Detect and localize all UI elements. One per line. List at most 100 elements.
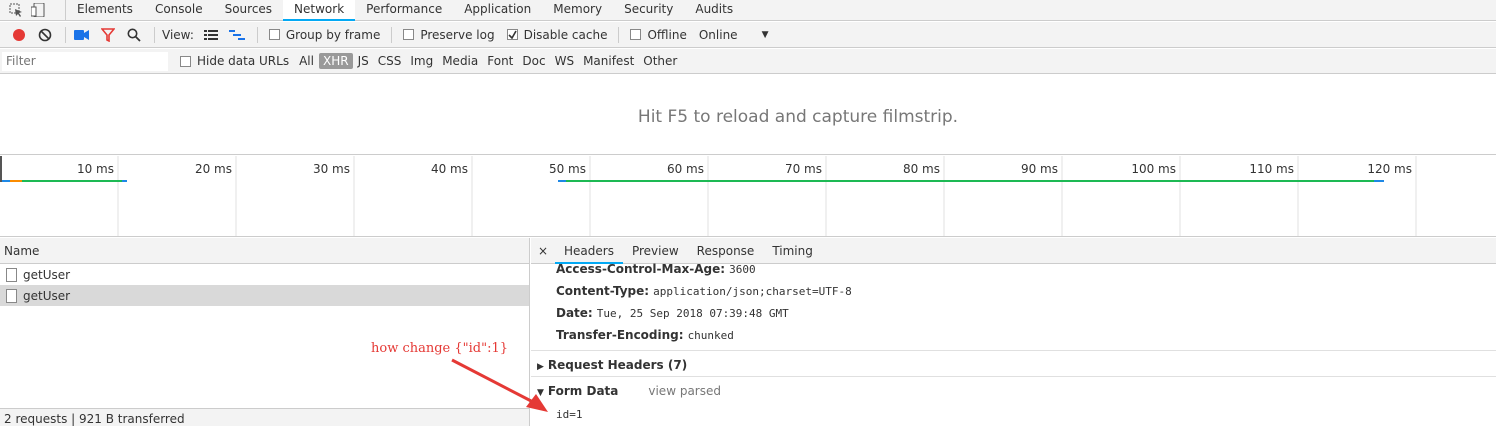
group-by-frame-checkbox[interactable] <box>268 29 280 40</box>
overview-tick-label: 40 ms <box>431 162 468 176</box>
overview-tick-label: 30 ms <box>313 162 350 176</box>
hide-data-urls-label: Hide data URLs <box>197 54 290 68</box>
filter-type-media[interactable]: Media <box>438 53 482 69</box>
request-details-pane: × Headers Preview Response Timing Access-Co… <box>531 238 1496 426</box>
inspect-cursor-icon[interactable] <box>9 3 23 17</box>
header-value: chunked <box>687 329 734 342</box>
large-rows-list-icon[interactable] <box>200 25 222 45</box>
details-tab-preview[interactable]: Preview <box>623 238 688 264</box>
close-icon[interactable]: × <box>531 244 555 258</box>
request-timing-bar <box>122 180 127 182</box>
dropdown-arrow-icon[interactable]: ▼ <box>762 30 769 40</box>
timeline-overview-svg: 10 ms 20 ms 30 ms 40 ms 50 ms 60 ms 70 ms 80 ms… <box>0 156 1417 236</box>
filter-type-ws[interactable]: WS <box>551 53 578 69</box>
document-file-icon <box>6 288 17 303</box>
filter-type-js[interactable]: JS <box>354 53 373 69</box>
details-tab-bar: × Headers Preview Response Timing <box>531 238 1496 264</box>
throttling-select[interactable]: Online <box>699 28 738 42</box>
overview-tick-label: 50 ms <box>549 162 586 176</box>
overview-tick-label: 20 ms <box>195 162 232 176</box>
preserve-log-checkbox[interactable] <box>403 29 415 40</box>
filter-type-manifest[interactable]: Manifest <box>579 53 638 69</box>
timeline-overview: 10 ms 20 ms 30 ms 40 ms 50 ms 60 ms 70 ms 80 ms… <box>0 156 1496 237</box>
disable-cache-checkbox[interactable] <box>506 29 518 40</box>
divider <box>531 376 1496 377</box>
details-tab-headers[interactable]: Headers <box>555 238 623 264</box>
filter-input[interactable] <box>2 51 168 71</box>
toolbar-separator <box>154 26 155 43</box>
overview-tick-label: 60 ms <box>667 162 704 176</box>
request-timing-bar <box>22 180 122 182</box>
form-data-section[interactable]: ▼ Form Data view parsed <box>537 384 721 398</box>
document-file-icon <box>6 267 17 282</box>
requests-pane: Name getUser getUser 2 requests | 921 B t… <box>0 238 530 426</box>
collapse-triangle-icon: ▼ <box>537 388 544 398</box>
search-icon[interactable] <box>123 25 145 45</box>
filter-type-font[interactable]: Font <box>483 53 517 69</box>
request-name: getUser <box>23 288 71 303</box>
request-name: getUser <box>23 267 71 282</box>
network-toolbar: View: Group by frame Preserve log Disabl… <box>0 22 1496 48</box>
device-toolbar-icon[interactable] <box>30 2 45 18</box>
tab-network[interactable]: Network <box>283 0 356 21</box>
details-tab-timing[interactable]: Timing <box>763 238 822 264</box>
request-timing-bar <box>10 180 22 182</box>
expand-triangle-icon: ▶ <box>537 362 544 372</box>
divider <box>531 350 1496 351</box>
tab-audits[interactable]: Audits <box>684 0 744 21</box>
filter-type-xhr[interactable]: XHR <box>318 53 353 69</box>
request-headers-section[interactable]: ▶ Request Headers (7) <box>537 358 687 372</box>
filter-type-img[interactable]: Img <box>406 53 437 69</box>
filter-type-doc[interactable]: Doc <box>518 53 549 69</box>
toolbar-separator <box>65 26 66 43</box>
response-header-row: Date: Tue, 25 Sep 2018 07:39:48 GMT <box>556 306 789 320</box>
form-data-value: id=1 <box>556 408 583 421</box>
waterfall-overview-icon[interactable] <box>226 25 248 45</box>
hide-data-urls-checkbox[interactable] <box>180 55 191 67</box>
filter-type-all[interactable]: All <box>295 53 318 69</box>
filter-type-other[interactable]: Other <box>639 53 681 69</box>
preserve-log-label: Preserve log <box>420 27 495 42</box>
tab-performance[interactable]: Performance <box>355 0 453 21</box>
resource-type-filters: All XHR JS CSS Img Media Font Doc WS Manifest Othe… <box>295 53 682 69</box>
tab-bar-icons <box>0 0 66 21</box>
request-timing-bar <box>566 180 1374 182</box>
overview-tick-label: 100 ms <box>1131 162 1176 176</box>
header-name: Access-Control-Max-Age: <box>556 262 726 276</box>
response-header-row: Content-Type: application/json;charset=UT… <box>556 284 852 298</box>
offline-label: Offline <box>647 27 687 42</box>
filter-bar: Hide data URLs AllXHRJSCSSImgMediaFontDo… <box>0 49 1496 74</box>
header-value: 3600 <box>729 263 756 276</box>
requests-list: getUser getUser <box>0 264 529 306</box>
tab-console[interactable]: Console <box>144 0 214 21</box>
details-tab-response[interactable]: Response <box>688 238 764 264</box>
request-row[interactable]: getUser <box>0 264 529 285</box>
response-header-row: Access-Control-Max-Age: 3600 <box>556 262 756 276</box>
disable-cache-label: Disable cache <box>523 27 608 42</box>
overview-tick-label: 110 ms <box>1249 162 1294 176</box>
filter-type-css[interactable]: CSS <box>374 53 406 69</box>
annotation-text: how change {"id":1} <box>371 341 509 356</box>
view-parsed-toggle[interactable]: view parsed <box>648 384 721 398</box>
view-label: View: <box>162 27 194 42</box>
tab-application[interactable]: Application <box>453 0 542 21</box>
overview-tick-label: 10 ms <box>77 162 114 176</box>
clear-button[interactable] <box>34 25 56 45</box>
tab-elements[interactable]: Elements <box>66 0 144 21</box>
request-timing-bar <box>2 180 10 182</box>
tab-memory[interactable]: Memory <box>542 0 613 21</box>
tab-sources[interactable]: Sources <box>214 0 283 21</box>
request-row[interactable]: getUser <box>0 285 529 306</box>
request-timing-bar <box>1374 180 1384 182</box>
name-column-header[interactable]: Name <box>0 238 529 264</box>
overview-tick-label: 120 ms <box>1367 162 1412 176</box>
offline-checkbox[interactable] <box>630 29 642 40</box>
overview-tick-label: 90 ms <box>1021 162 1058 176</box>
screenshot-camera-icon[interactable] <box>71 25 93 45</box>
requests-summary: 2 requests | 921 B transferred <box>0 408 529 426</box>
header-name: Date: <box>556 306 593 320</box>
response-header-row: Transfer-Encoding: chunked <box>556 328 734 342</box>
record-button[interactable] <box>8 25 30 45</box>
filter-funnel-icon[interactable] <box>97 25 119 45</box>
tab-security[interactable]: Security <box>613 0 684 21</box>
